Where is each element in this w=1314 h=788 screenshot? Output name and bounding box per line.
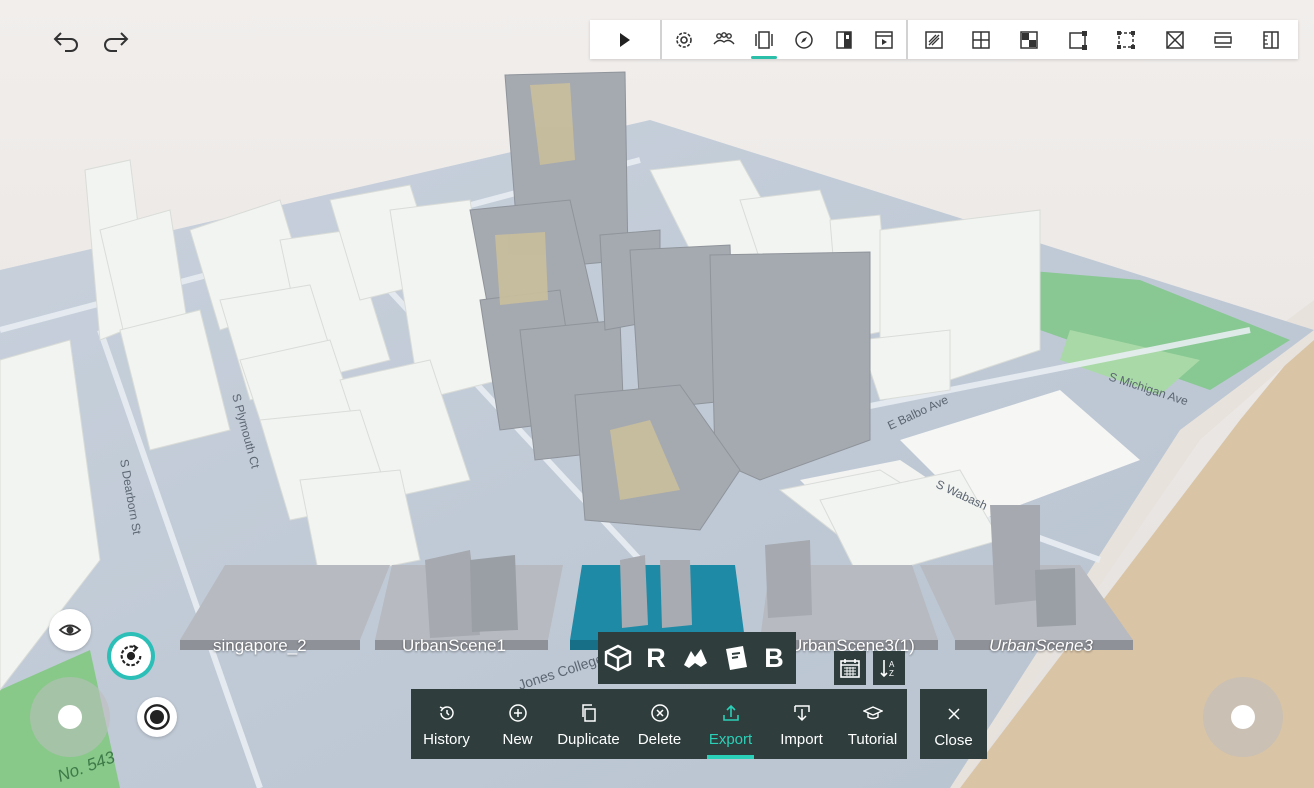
scene-menu: History New Duplicate Delete Export Impo… [411, 689, 907, 759]
close-icon [947, 708, 960, 720]
import-button[interactable]: Import [766, 689, 837, 759]
ruler-button[interactable] [1251, 20, 1291, 59]
close-button[interactable]: Close [920, 689, 987, 759]
hatch-icon [925, 30, 943, 49]
visibility-button[interactable] [49, 609, 91, 651]
settings-icon [676, 31, 692, 48]
delete-icon [650, 704, 669, 722]
undo-icon [53, 32, 78, 52]
plus-circle-icon [508, 704, 527, 722]
sort-icon: AZ [880, 660, 895, 678]
move-joystick[interactable] [30, 677, 110, 757]
settings-button[interactable] [664, 20, 704, 59]
undo-button[interactable] [48, 26, 84, 56]
look-joystick[interactable] [1203, 677, 1283, 757]
checker-icon [1020, 30, 1038, 49]
frame-icon [1117, 30, 1135, 49]
grid-icon [972, 30, 990, 49]
sketchup-icon [726, 646, 747, 670]
calendar-button[interactable] [834, 651, 866, 685]
cross-box-button[interactable] [1155, 20, 1195, 59]
joystick-knob[interactable] [1231, 705, 1255, 729]
scene-label: singapore_2 [213, 636, 307, 655]
corner-button[interactable] [1058, 20, 1098, 59]
history-button[interactable]: History [411, 689, 482, 759]
tutorial-label: Tutorial [847, 731, 898, 748]
presentation-button[interactable] [864, 20, 904, 59]
active-indicator [751, 56, 777, 59]
export-icon [722, 704, 739, 721]
people-button[interactable] [704, 20, 744, 59]
row-split-icon [1214, 31, 1232, 48]
active-underline [707, 755, 754, 759]
toolbar-divider [906, 20, 908, 59]
export-button[interactable]: Export [695, 689, 766, 759]
cross-box-icon [1166, 30, 1184, 49]
split-view-icon [836, 30, 852, 49]
delete-button[interactable]: Delete [624, 689, 695, 759]
redo-icon [104, 32, 129, 52]
play-icon [620, 32, 630, 47]
history-icon [439, 706, 454, 720]
obj-format-button[interactable] [600, 640, 636, 676]
orbit-icon [120, 644, 142, 667]
export-label: Export [708, 731, 753, 748]
record-button[interactable] [137, 697, 177, 737]
compass-icon [795, 30, 813, 49]
presentation-icon [875, 30, 893, 49]
new-button[interactable]: New [482, 689, 553, 759]
import-label: Import [780, 731, 823, 748]
toolbar-divider [660, 20, 662, 59]
eye-icon [58, 624, 82, 636]
duplicate-label: Duplicate [557, 731, 620, 748]
scene-card-urbanscene1[interactable] [375, 550, 563, 650]
redo-button[interactable] [98, 26, 134, 56]
duplicate-button[interactable]: Duplicate [553, 689, 624, 759]
history-label: History [423, 731, 470, 748]
svg-text:Z: Z [889, 669, 894, 678]
grid-button[interactable] [961, 20, 1001, 59]
frame-button[interactable] [1106, 20, 1146, 59]
duplicate-icon [581, 704, 596, 722]
tutorial-icon [862, 706, 883, 720]
rhino-icon [684, 649, 707, 668]
scene-label: UrbanScene3 [989, 636, 1093, 655]
tutorial-button[interactable]: Tutorial [837, 689, 908, 759]
hatch-button[interactable] [914, 20, 954, 59]
new-label: New [502, 731, 533, 748]
close-label: Close [934, 732, 973, 749]
calendar-icon [840, 659, 860, 678]
panels-icon [755, 30, 773, 49]
box-format-icon [604, 644, 632, 672]
orbit-inner [111, 636, 151, 676]
blender-format-button[interactable]: B [756, 640, 792, 676]
orbit-mode-button[interactable] [107, 632, 155, 680]
play-button[interactable] [604, 20, 644, 59]
panels-button[interactable] [744, 20, 784, 59]
split-view-button[interactable] [824, 20, 864, 59]
svg-text:A: A [889, 660, 895, 669]
target-icon [144, 704, 170, 730]
import-icon [793, 705, 810, 722]
rhino-format-button[interactable] [678, 640, 714, 676]
people-icon [713, 31, 735, 44]
delete-label: Delete [637, 731, 682, 748]
scene-label: UrbanScene1 [402, 636, 506, 655]
checker-button[interactable] [1009, 20, 1049, 59]
top-toolbar [590, 20, 1298, 59]
sketchup-format-button[interactable] [718, 640, 754, 676]
compass-button[interactable] [784, 20, 824, 59]
ruler-icon [1263, 30, 1279, 49]
row-split-button[interactable] [1203, 20, 1243, 59]
corner-icon [1069, 30, 1087, 50]
sort-button[interactable]: AZ [873, 651, 905, 685]
export-format-bar: R B [598, 632, 796, 684]
revit-format-button[interactable]: R [638, 640, 674, 676]
joystick-knob[interactable] [58, 705, 82, 729]
